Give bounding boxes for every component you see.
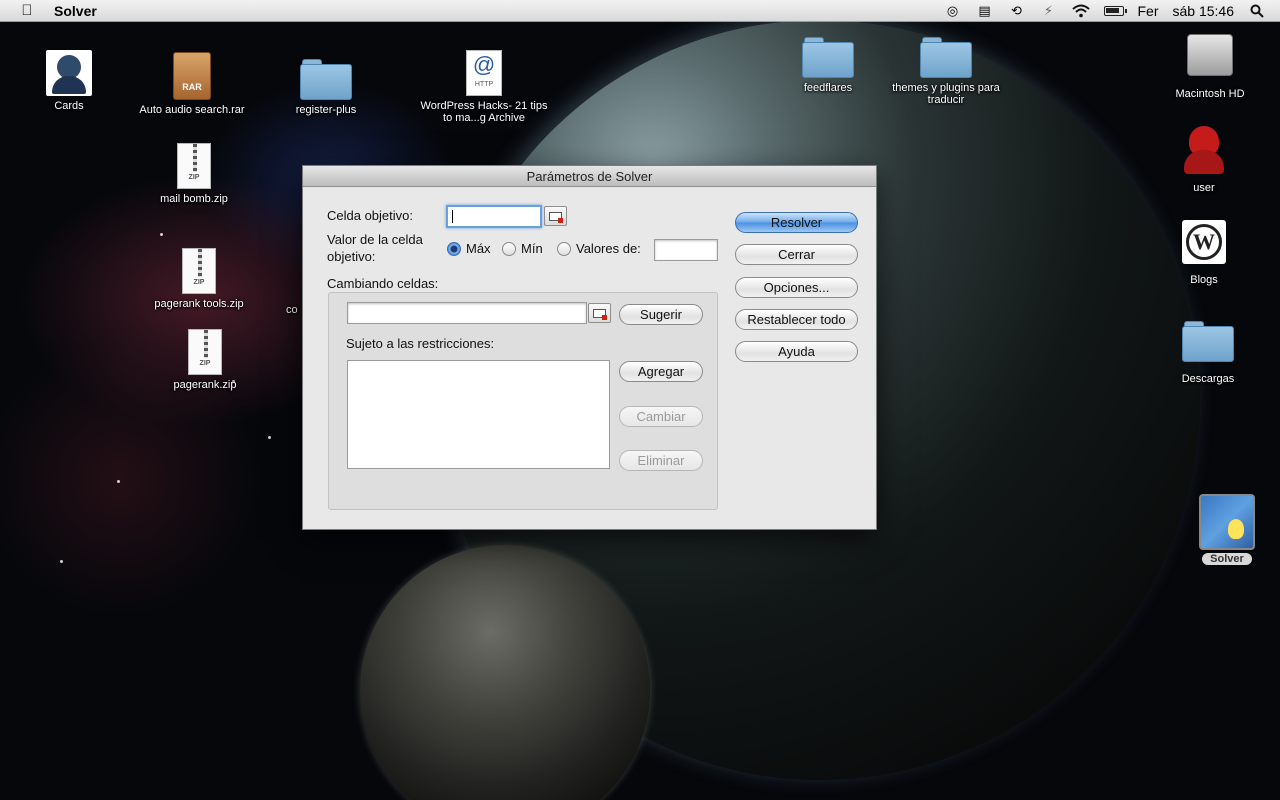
spotlight-search-icon[interactable]: [1248, 3, 1266, 19]
wallpaper-star: [160, 233, 163, 236]
desktop-icon-label: themes y plugins para traducir: [892, 82, 1000, 106]
wordpress-logo-icon: W: [1182, 220, 1226, 264]
desktop-icon-label: pagerank tools.zip: [154, 298, 244, 310]
radio-unselected-icon: [557, 241, 571, 256]
target-value-label-line1: Valor de la celda: [327, 232, 423, 247]
changing-cells-reference-button[interactable]: [588, 303, 611, 323]
cell-reference-icon: [549, 211, 563, 223]
radio-values-of[interactable]: Valores de:: [557, 241, 641, 256]
desktop-icon-label: Auto audio search.rar: [139, 104, 245, 116]
desktop-icon-label: Cards: [54, 100, 84, 112]
desktop-icon-label: Blogs: [1190, 274, 1218, 286]
wallpaper-star: [60, 560, 63, 563]
add-constraint-button[interactable]: Agregar: [619, 361, 703, 382]
bluetooth-icon[interactable]: ⚡: [1040, 3, 1058, 19]
target-value-label-line2: objetivo:: [327, 249, 376, 264]
app-menu-name[interactable]: Solver: [54, 3, 97, 19]
changing-cells-label: Cambiando celdas:: [327, 276, 439, 291]
time-machine-icon[interactable]: ⟲: [1008, 3, 1026, 19]
help-button[interactable]: Ayuda: [735, 341, 858, 362]
wifi-icon[interactable]: [1071, 3, 1090, 19]
desktop-icon-label: Descargas: [1181, 373, 1235, 385]
desktop-icon-pagerank-zip[interactable]: ZIP pagerank.zip: [160, 329, 250, 391]
folder-icon: [300, 58, 352, 100]
desktop-icon-label: Solver: [1202, 553, 1252, 565]
desktop-icon-pagerank-tools-zip[interactable]: ZIP pagerank tools.zip: [144, 248, 254, 310]
folder-icon: [802, 36, 854, 78]
input-menu-label[interactable]: Fer: [1138, 3, 1159, 19]
desktop-icon-label: feedflares: [803, 82, 853, 94]
values-of-field[interactable]: [654, 239, 718, 261]
desktop-icon-user[interactable]: user: [1174, 126, 1234, 194]
dialog-title[interactable]: Parámetros de Solver: [303, 166, 876, 187]
solve-button[interactable]: Resolver: [735, 212, 858, 233]
desktop-icon-label: mail bomb.zip: [160, 193, 228, 205]
solver-parameters-dialog: Parámetros de Solver Celda objetivo: Val…: [302, 165, 877, 530]
webloc-document-icon: @ HTTP: [466, 50, 502, 96]
change-constraint-button[interactable]: Cambiar: [619, 406, 703, 427]
target-cell-label: Celda objetivo:: [327, 208, 413, 223]
desktop-icon-mail-bomb-zip[interactable]: ZIP mail bomb.zip: [152, 143, 236, 205]
menu-extras: ◎ ▤ ⟲ ⚡ Fer sáb 15:46: [944, 0, 1267, 22]
script-icon[interactable]: ▤: [976, 3, 994, 19]
radio-selected-icon: [447, 241, 461, 256]
desktop-icon-wordpress-hacks[interactable]: @ HTTP WordPress Hacks- 21 tips to ma...g…: [420, 50, 548, 124]
zip-archive-icon: ZIP: [188, 329, 222, 375]
clock[interactable]: sáb 15:46: [1173, 3, 1235, 19]
compass-icon[interactable]: ◎: [944, 3, 962, 19]
desktop-icon-themes-plugins[interactable]: themes y plugins para traducir: [876, 36, 1016, 106]
apple-logo-icon[interactable]: : [18, 2, 36, 20]
menu-bar:  Solver ◎ ▤ ⟲ ⚡ Fer sáb 15:46: [0, 0, 1280, 22]
desktop-icon-blogs[interactable]: W Blogs: [1174, 220, 1234, 286]
hard-disk-icon: [1187, 34, 1233, 76]
options-button[interactable]: Opciones...: [735, 277, 858, 298]
constraints-label: Sujeto a las restricciones:: [346, 336, 495, 351]
constraints-list[interactable]: [347, 360, 610, 469]
rar-archive-icon: RAR: [173, 52, 211, 100]
cards-app-icon: [46, 50, 92, 96]
desktop-icon-label: WordPress Hacks- 21 tips to ma...g Archi…: [420, 100, 548, 124]
desktop-icon-feedflares[interactable]: feedflares: [788, 36, 868, 94]
desktop-icon-label: register-plus: [295, 104, 357, 116]
radio-min[interactable]: Mín: [502, 241, 543, 256]
target-cell-field[interactable]: [446, 205, 542, 228]
desktop-icon-register-plus[interactable]: register-plus: [286, 58, 366, 116]
close-button[interactable]: Cerrar: [735, 244, 858, 265]
desktop-icon-label: user: [1193, 182, 1215, 194]
changing-cells-field[interactable]: [347, 302, 587, 324]
suggest-button[interactable]: Sugerir: [619, 304, 703, 325]
target-cell-reference-button[interactable]: [544, 206, 567, 226]
radio-unselected-icon: [502, 241, 516, 256]
radio-max[interactable]: Máx: [447, 241, 491, 256]
user-avatar-icon: [1181, 126, 1227, 174]
desktop-icon-cards[interactable]: Cards: [30, 50, 108, 112]
solver-app-icon: [1199, 494, 1255, 550]
changing-cells-group: Sugerir Sujeto a las restricciones: Agre…: [328, 292, 718, 510]
wallpaper-star: [117, 480, 120, 483]
downloads-folder-icon: [1182, 320, 1234, 362]
desktop-icon-label: pagerank.zip: [173, 379, 237, 391]
folder-icon: [920, 36, 972, 78]
desktop-icon-descargas[interactable]: Descargas: [1170, 320, 1246, 385]
delete-constraint-button[interactable]: Eliminar: [619, 450, 703, 471]
desktop-icon-solver[interactable]: Solver: [1190, 494, 1264, 565]
zip-archive-icon: ZIP: [182, 248, 216, 294]
desktop-icon-partial-label: co: [286, 304, 298, 316]
reset-all-button[interactable]: Restablecer todo: [735, 309, 858, 330]
desktop-icon-macintosh-hd[interactable]: Macintosh HD: [1168, 34, 1252, 100]
desktop-icon-label: Macintosh HD: [1175, 88, 1245, 100]
wallpaper-star: [268, 436, 271, 439]
cell-reference-icon: [593, 308, 607, 320]
zip-archive-icon: ZIP: [177, 143, 211, 189]
desktop-icon-auto-audio-rar[interactable]: RAR Auto audio search.rar: [132, 52, 252, 116]
battery-icon[interactable]: [1103, 6, 1127, 16]
